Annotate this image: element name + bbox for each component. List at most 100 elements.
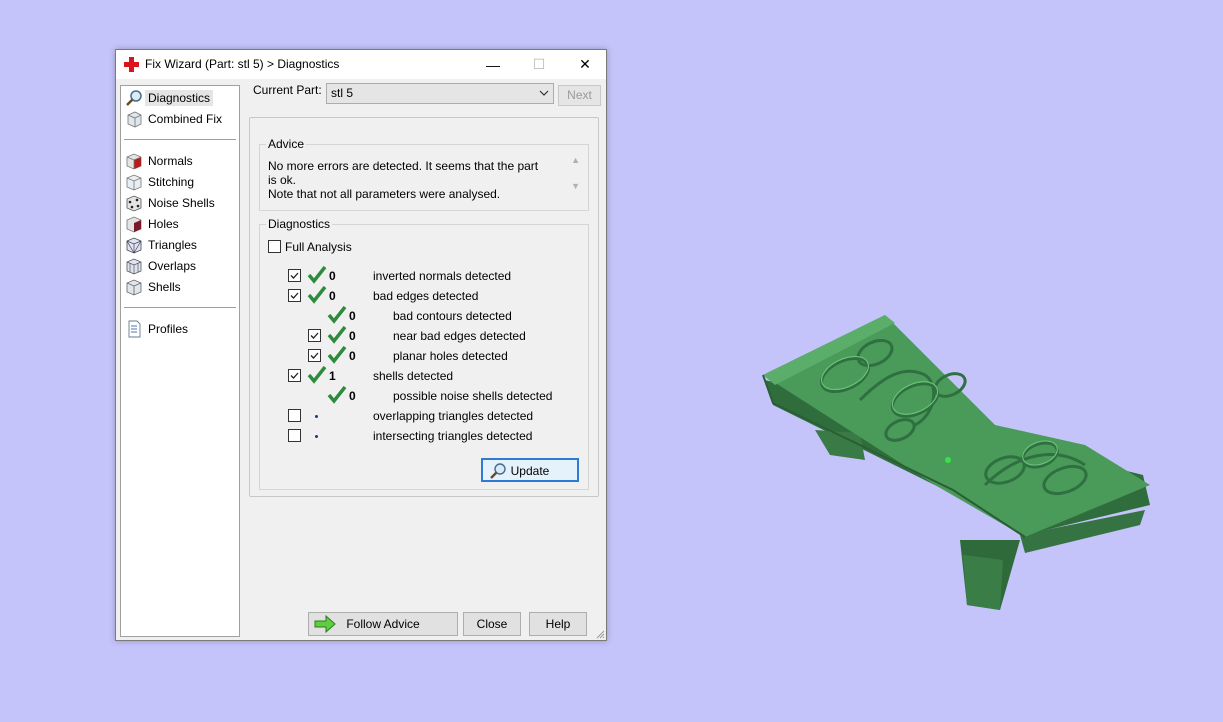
sidebar-item-overlaps[interactable]: Overlaps	[125, 256, 235, 276]
help-button[interactable]: Help	[529, 612, 587, 636]
magnifier-icon	[490, 463, 506, 479]
next-button[interactable]: Next	[558, 85, 601, 106]
shells-cube-icon	[126, 279, 142, 296]
sidebar-item-label: Shells	[148, 280, 181, 294]
sidebar-item-label: Profiles	[148, 322, 189, 336]
row-label: near bad edges detected	[393, 329, 526, 343]
row-count: 0	[329, 269, 336, 283]
title-bar[interactable]: Fix Wizard (Part: stl 5) > Diagnostics —…	[116, 50, 606, 79]
sidebar-item-stitching[interactable]: Stitching	[125, 172, 235, 192]
current-part-value: stl 5	[331, 86, 354, 100]
red-cross-icon	[124, 57, 139, 72]
sidebar-item-label: Stitching	[148, 175, 195, 189]
sidebar-divider	[124, 307, 236, 308]
row-label: bad edges detected	[373, 289, 479, 303]
row-count: 0	[349, 309, 356, 323]
green-check-icon	[307, 286, 327, 304]
close-window-button[interactable]: ✕	[562, 50, 608, 79]
full-analysis-checkbox[interactable]	[268, 240, 281, 253]
follow-advice-label: Follow Advice	[346, 617, 420, 631]
sidebar-item-label: Normals	[148, 154, 193, 168]
advice-group: Advice No more errors are detected. It s…	[259, 137, 589, 211]
maximize-button[interactable]: ☐	[516, 50, 562, 79]
diagnostics-group-title: Diagnostics	[266, 217, 333, 231]
stitching-cube-icon	[126, 174, 142, 191]
chevron-down-icon	[539, 90, 549, 96]
sidebar-item-label: Noise Shells	[148, 196, 215, 210]
sidebar-item-diagnostics[interactable]: Diagnostics	[125, 88, 235, 108]
sidebar-item-combined-fix[interactable]: Combined Fix	[125, 109, 235, 129]
noise-shells-icon	[126, 195, 142, 212]
advice-text: No more errors are detected. It seems th…	[268, 159, 548, 201]
green-check-icon	[327, 346, 347, 364]
resize-grip-icon[interactable]	[595, 629, 605, 639]
green-arrow-icon	[314, 615, 336, 633]
row-count: 0	[349, 329, 356, 343]
row-count: 0	[329, 289, 336, 303]
minimize-button[interactable]: —	[470, 50, 516, 79]
magnifier-icon	[126, 90, 142, 106]
document-icon	[128, 320, 141, 338]
row-label: intersecting triangles detected	[373, 429, 533, 443]
window-title: Fix Wizard (Part: stl 5) > Diagnostics	[145, 57, 340, 71]
row-count: 0	[349, 349, 356, 363]
sidebar-item-noise-shells[interactable]: Noise Shells	[125, 193, 235, 213]
diagnostics-group: Diagnostics Full Analysis 0 inverted nor…	[259, 217, 589, 490]
green-check-icon	[327, 306, 347, 324]
triangles-cube-icon	[126, 237, 142, 254]
update-button-label: Update	[510, 464, 550, 478]
sidebar-item-holes[interactable]: Holes	[125, 214, 235, 234]
holes-cube-icon	[126, 216, 142, 233]
sidebar-divider	[124, 139, 236, 140]
row-label: bad contours detected	[393, 309, 512, 323]
follow-advice-button[interactable]: Follow Advice	[308, 612, 458, 636]
close-button[interactable]: Close	[463, 612, 521, 636]
stl-part-3d-model[interactable]	[755, 305, 1165, 615]
row-count: 0	[349, 389, 356, 403]
advice-line-1: No more errors are detected. It seems th…	[268, 159, 539, 187]
green-check-icon	[327, 326, 347, 344]
sidebar-item-label: Triangles	[148, 238, 197, 252]
overlaps-cube-icon	[126, 258, 142, 275]
scroll-up-icon[interactable]: ▲	[571, 155, 580, 165]
sidebar-item-label: Overlaps	[148, 259, 197, 273]
row-count: 1	[329, 369, 336, 383]
green-check-icon	[327, 386, 347, 404]
overlapping-triangles-checkbox[interactable]	[288, 409, 301, 422]
pending-dot-icon	[315, 415, 318, 418]
pending-dot-icon	[315, 435, 318, 438]
sidebar-item-label: Combined Fix	[148, 112, 223, 126]
row-label: overlapping triangles detected	[373, 409, 534, 423]
bad-edges-checkbox[interactable]	[288, 289, 301, 302]
row-label: planar holes detected	[393, 349, 508, 363]
update-button[interactable]: Update	[481, 458, 579, 482]
planar-holes-checkbox[interactable]	[308, 349, 321, 362]
fix-wizard-dialog: Fix Wizard (Part: stl 5) > Diagnostics —…	[115, 49, 607, 641]
advice-line-2: Note that not all parameters were analys…	[268, 187, 501, 201]
sidebar-item-label: Holes	[148, 217, 179, 231]
green-check-icon	[307, 266, 327, 284]
current-part-select[interactable]: stl 5	[326, 83, 554, 104]
sidebar-item-triangles[interactable]: Triangles	[125, 235, 235, 255]
intersecting-triangles-checkbox[interactable]	[288, 429, 301, 442]
near-bad-edges-checkbox[interactable]	[308, 329, 321, 342]
scroll-down-icon[interactable]: ▼	[571, 181, 580, 191]
normals-cube-icon	[126, 153, 142, 170]
sidebar-item-normals[interactable]: Normals	[125, 151, 235, 171]
row-label: possible noise shells detected	[393, 389, 553, 403]
row-label: inverted normals detected	[373, 269, 512, 283]
sidebar-item-shells[interactable]: Shells	[125, 277, 235, 297]
inverted-normals-checkbox[interactable]	[288, 269, 301, 282]
shells-checkbox[interactable]	[288, 369, 301, 382]
sidebar: Diagnostics Combined Fix Normals Stitchi…	[120, 85, 240, 637]
sidebar-item-profiles[interactable]: Profiles	[125, 319, 235, 339]
sidebar-item-label: Diagnostics	[145, 90, 214, 106]
green-check-icon	[307, 366, 327, 384]
cube-icon	[127, 111, 142, 128]
full-analysis-label: Full Analysis	[285, 240, 352, 254]
row-label: shells detected	[373, 369, 454, 383]
main-panel: Advice No more errors are detected. It s…	[249, 117, 599, 497]
selection-point-marker	[945, 457, 951, 463]
advice-group-title: Advice	[266, 137, 307, 151]
current-part-label: Current Part:	[253, 83, 322, 97]
